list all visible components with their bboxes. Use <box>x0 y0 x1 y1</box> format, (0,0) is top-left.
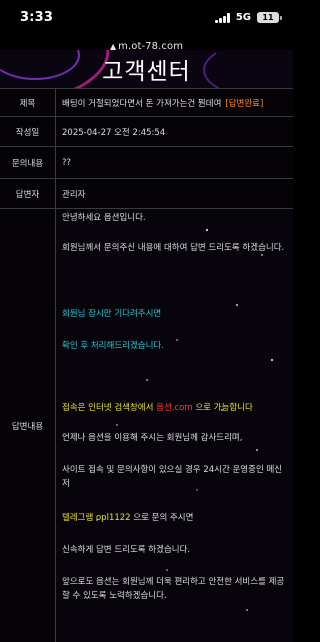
battery-icon: 11 <box>257 12 282 23</box>
inquiry-row: 문의내용 ?? <box>0 147 293 179</box>
status-bar: 3:33 5G 11 <box>0 0 293 34</box>
answer-process-notice: 확인 후 처리해드리겠습니다. <box>62 341 164 351</box>
date-row: 작성일 2025-04-27 오전 2:45:54 <box>0 117 293 147</box>
address-bar[interactable]: ▲ m.ot-78.com <box>0 34 293 52</box>
site-link[interactable]: 옵션.com <box>156 403 193 413</box>
page-header: 고객센터 <box>0 50 293 88</box>
network-label: 5G <box>235 12 251 23</box>
answer-closing: 앞으로도 옵션는 회원님께 더욱 편리하고 안전한 서비스를 제공할 수 있도록… <box>62 577 285 601</box>
answer-body: 안녕하세요 옵션입니다. 회원님께서 문의주신 내용에 대하여 답변 드리도록 … <box>56 209 293 642</box>
telegram-id: 텔레그램 opl1122 <box>62 513 131 523</box>
signal-icon <box>215 12 230 23</box>
date-value: 2025-04-27 오전 2:45:54 <box>62 127 166 138</box>
access-text-end: 으로 가능합니다 <box>192 403 253 413</box>
page-title: 고객센터 <box>102 59 191 85</box>
answer-access-info: 접속은 인터넷 검색창에서 옵션.com 으로 가능합니다 <box>62 401 288 415</box>
status-time: 3:33 <box>20 10 54 25</box>
answer-thanks: 언제나 옵션을 이용해 주시는 회원님께 감사드리며, <box>62 433 243 443</box>
subject-value: 배팅이 거절되었다면서 돈 가져가는건 뭔데여 <box>62 98 222 109</box>
inquiry-value: ?? <box>62 157 72 168</box>
inquiry-detail-table: 제목 배팅이 거절되었다면서 돈 가져가는건 뭔데여 [답변완료] 작성일 20… <box>0 88 293 642</box>
subject-label: 제목 <box>0 89 56 116</box>
answer-intro: 회원님께서 문의주신 내용에 대하여 답변 드리도록 하겠습니다. <box>62 243 285 253</box>
answer-label: 답변내용 <box>0 209 56 642</box>
answer-row: 답변내용 안녕하세요 옵션입니다. 회원님께서 문의주신 내용에 대하여 답변 … <box>0 209 293 642</box>
responder-value: 관리자 <box>62 189 86 200</box>
subject-row: 제목 배팅이 거절되었다면서 돈 가져가는건 뭔데여 [답변완료] <box>0 89 293 117</box>
inquiry-label: 문의내용 <box>0 147 56 178</box>
status-badge: [답변완료] <box>225 98 264 109</box>
status-indicators: 5G 11 <box>215 12 282 23</box>
telegram-text: 으로 문의 주시면 <box>130 513 194 523</box>
access-text: 접속은 인터넷 검색창에서 <box>62 403 157 413</box>
answer-contact-info: 사이트 접속 및 문의사항이 있으실 경우 24시간 운영중인 메신저 <box>62 465 283 489</box>
date-label: 작성일 <box>0 117 56 146</box>
responder-row: 답변자 관리자 <box>0 179 293 209</box>
subject-value-cell: 배팅이 거절되었다면서 돈 가져가는건 뭔데여 [답변완료] <box>56 89 293 116</box>
battery-level: 11 <box>262 13 274 22</box>
answer-promise: 신속하게 답변 드리도록 하겠습니다. <box>62 545 191 555</box>
page: 3:33 5G 11 ▲ m.ot-78.com 고객센터 제목 배팅이 거절되었… <box>0 0 293 642</box>
answer-telegram-info: 텔레그램 opl1122 으로 문의 주시면 <box>62 511 288 525</box>
responder-label: 답변자 <box>0 179 56 208</box>
answer-wait-notice: 회원님 잠시만 기다려주시면 <box>62 309 162 319</box>
answer-greeting: 안녕하세요 옵션입니다. <box>62 213 146 223</box>
